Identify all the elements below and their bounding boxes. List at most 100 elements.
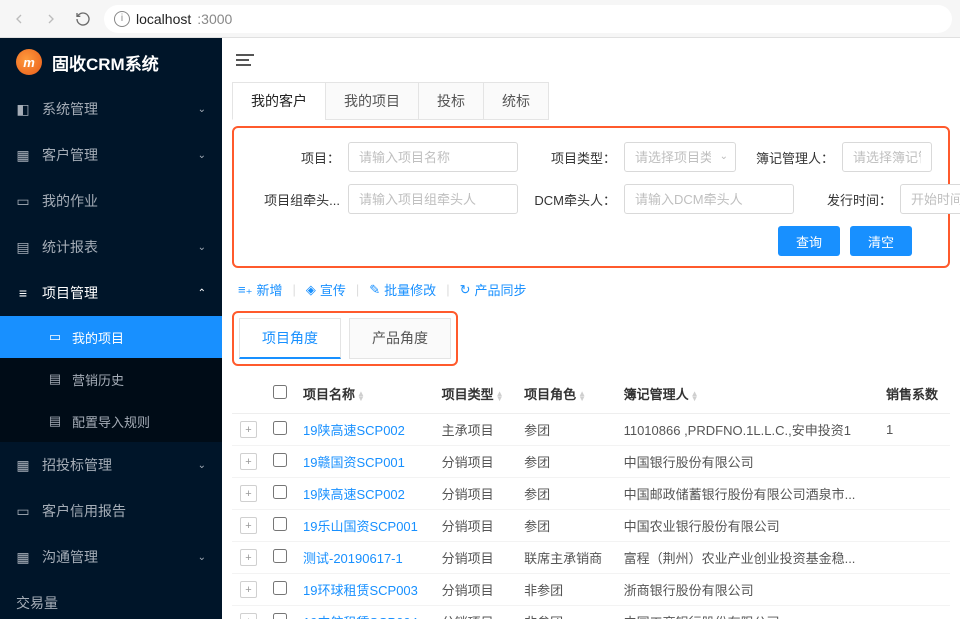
- filter-lead-input[interactable]: [348, 184, 518, 214]
- row-checkbox[interactable]: [273, 581, 287, 595]
- filter-project-input[interactable]: [348, 142, 518, 172]
- sidebar-sub-my-project[interactable]: ▭我的项目: [0, 316, 222, 358]
- cell-booker: 中国银行股份有限公司: [616, 446, 878, 478]
- sidebar-item-reports[interactable]: ▤统计报表⌄: [0, 224, 222, 270]
- table-row: +19陕高速SCP002分销项目参团中国邮政储蓄银行股份有限公司酒泉市...: [232, 478, 950, 510]
- action-sync[interactable]: ↻产品同步: [456, 280, 531, 299]
- th-type[interactable]: 项目类型▲▼: [434, 374, 517, 414]
- sidebar-item-project[interactable]: ≡项目管理⌃: [0, 270, 222, 316]
- subtabs-wrap: 项目角度 产品角度: [222, 307, 960, 366]
- expand-row-button[interactable]: +: [240, 549, 257, 566]
- row-checkbox[interactable]: [273, 613, 287, 619]
- sidebar-item-customer[interactable]: ▦客户管理⌄: [0, 132, 222, 178]
- expand-row-button[interactable]: +: [240, 485, 257, 502]
- project-name-link[interactable]: 19中航租赁SCP004: [303, 615, 418, 619]
- nav-forward-button[interactable]: [40, 8, 62, 30]
- expand-row-button[interactable]: +: [240, 453, 257, 470]
- filter-type-select[interactable]: ⌄: [624, 142, 736, 172]
- grid-icon: ▦: [16, 549, 30, 566]
- tab-unified-bid[interactable]: 统标: [483, 82, 549, 120]
- nav-back-button[interactable]: [8, 8, 30, 30]
- row-checkbox[interactable]: [273, 517, 287, 531]
- project-name-link[interactable]: 19赣国资SCP001: [303, 455, 405, 470]
- table-row: +19陕高速SCP002主承项目参团11010866 ,PRDFNO.1L.L.…: [232, 414, 950, 446]
- expand-row-button[interactable]: +: [240, 517, 257, 534]
- cell-type: 分销项目: [434, 574, 517, 606]
- project-name-link[interactable]: 19乐山国资SCP001: [303, 519, 418, 534]
- subtab-project-view[interactable]: 项目角度: [239, 318, 341, 359]
- subtab-product-view[interactable]: 产品角度: [349, 318, 451, 359]
- sort-icon: ▲▼: [496, 391, 504, 401]
- sidebar-sub-marketing-history[interactable]: ▤营销历史: [0, 358, 222, 400]
- url-host: localhost: [136, 11, 191, 27]
- action-batch-edit[interactable]: ✎批量修改: [365, 280, 440, 299]
- sidebar-item-credit[interactable]: ▭客户信用报告: [0, 488, 222, 534]
- clear-button[interactable]: 清空: [850, 226, 912, 256]
- row-checkbox[interactable]: [273, 485, 287, 499]
- filter-booker-input[interactable]: [842, 142, 932, 172]
- action-add[interactable]: ≡₊新增: [234, 280, 286, 299]
- nav-reload-button[interactable]: [72, 8, 94, 30]
- sidebar-submenu-project: ▭我的项目 ▤营销历史 ▤配置导入规则: [0, 316, 222, 442]
- tab-bid[interactable]: 投标: [418, 82, 484, 120]
- project-name-link[interactable]: 19陕高速SCP002: [303, 423, 405, 438]
- cell-booker: 11010866 ,PRDFNO.1L.L.C.,安申投资1: [616, 414, 878, 446]
- chevron-down-icon: ⌄: [198, 552, 206, 563]
- row-checkbox[interactable]: [273, 453, 287, 467]
- expand-row-button[interactable]: +: [240, 613, 257, 619]
- cell-role: 参团: [516, 414, 616, 446]
- expand-row-button[interactable]: +: [240, 421, 257, 438]
- cell-role: 联席主承销商: [516, 542, 616, 574]
- select-all-checkbox[interactable]: [273, 385, 287, 399]
- sidebar-item-comm[interactable]: ▦沟通管理⌄: [0, 534, 222, 580]
- sort-icon: ▲▼: [578, 391, 586, 401]
- sidebar-sub-config-import[interactable]: ▤配置导入规则: [0, 400, 222, 442]
- cell-role: 参团: [516, 478, 616, 510]
- query-button[interactable]: 查询: [778, 226, 840, 256]
- filter-issue-input[interactable]: [900, 184, 960, 214]
- sidebar-item-bidding[interactable]: ▦招投标管理⌄: [0, 442, 222, 488]
- table-icon: ▦: [16, 457, 30, 474]
- app-title: 固收CRM系统: [52, 50, 159, 75]
- filter-booker-label: 簿记管理人：: [744, 148, 834, 167]
- table-row: +19环球租赁SCP003分销项目非参团浙商银行股份有限公司: [232, 574, 950, 606]
- row-checkbox[interactable]: [273, 421, 287, 435]
- table-row: +19赣国资SCP001分销项目参团中国银行股份有限公司: [232, 446, 950, 478]
- sidebar-item-homework[interactable]: ▭我的作业: [0, 178, 222, 224]
- th-role[interactable]: 项目角色▲▼: [516, 374, 616, 414]
- card-icon: ▭: [48, 329, 62, 345]
- dashboard-icon: ◧: [16, 101, 30, 118]
- cell-role: 参团: [516, 510, 616, 542]
- th-sales[interactable]: 销售系数: [878, 374, 950, 414]
- cell-type: 分销项目: [434, 510, 517, 542]
- table-row: +测试-20190617-1分销项目联席主承销商富程（荆州）农业产业创业投资基金…: [232, 542, 950, 574]
- th-name[interactable]: 项目名称▲▼: [295, 374, 434, 414]
- cell-role: 参团: [516, 446, 616, 478]
- cell-booker: 中国农业银行股份有限公司: [616, 510, 878, 542]
- table-row: +19乐山国资SCP001 分销项目参团中国农业银行股份有限公司: [232, 510, 950, 542]
- chevron-down-icon: ⌄: [198, 460, 206, 471]
- row-checkbox[interactable]: [273, 549, 287, 563]
- url-bar[interactable]: i localhost:3000: [104, 5, 952, 33]
- filter-panel: 项目： 项目类型： ⌄ 簿记管理人： 项目组牵头... DCM牵头人： 发行时间…: [232, 126, 950, 268]
- collapse-sidebar-button[interactable]: [236, 51, 254, 69]
- cell-booker: 富程（荆州）农业产业创业投资基金稳...: [616, 542, 878, 574]
- edit-icon: ✎: [369, 282, 380, 298]
- chevron-down-icon: ⌄: [720, 151, 728, 162]
- th-booker[interactable]: 簿记管理人▲▼: [616, 374, 878, 414]
- grid-icon: ▦: [16, 147, 30, 164]
- action-publicity[interactable]: ◈宣传: [302, 280, 350, 299]
- sidebar-item-system[interactable]: ◧系统管理⌄: [0, 86, 222, 132]
- card-icon: ▭: [16, 503, 30, 520]
- project-name-link[interactable]: 19环球租赁SCP003: [303, 583, 418, 598]
- tab-my-customer[interactable]: 我的客户: [232, 82, 326, 120]
- info-icon: i: [114, 11, 130, 27]
- cell-sales: [878, 606, 950, 619]
- expand-row-button[interactable]: +: [240, 581, 257, 598]
- tab-my-project[interactable]: 我的项目: [325, 82, 419, 120]
- filter-dcm-input[interactable]: [624, 184, 794, 214]
- main-tabs: 我的客户 我的项目 投标 统标: [222, 82, 960, 120]
- project-name-link[interactable]: 测试-20190617-1: [303, 551, 403, 566]
- project-name-link[interactable]: 19陕高速SCP002: [303, 487, 405, 502]
- sidebar-item-volume[interactable]: 交易量: [0, 580, 222, 619]
